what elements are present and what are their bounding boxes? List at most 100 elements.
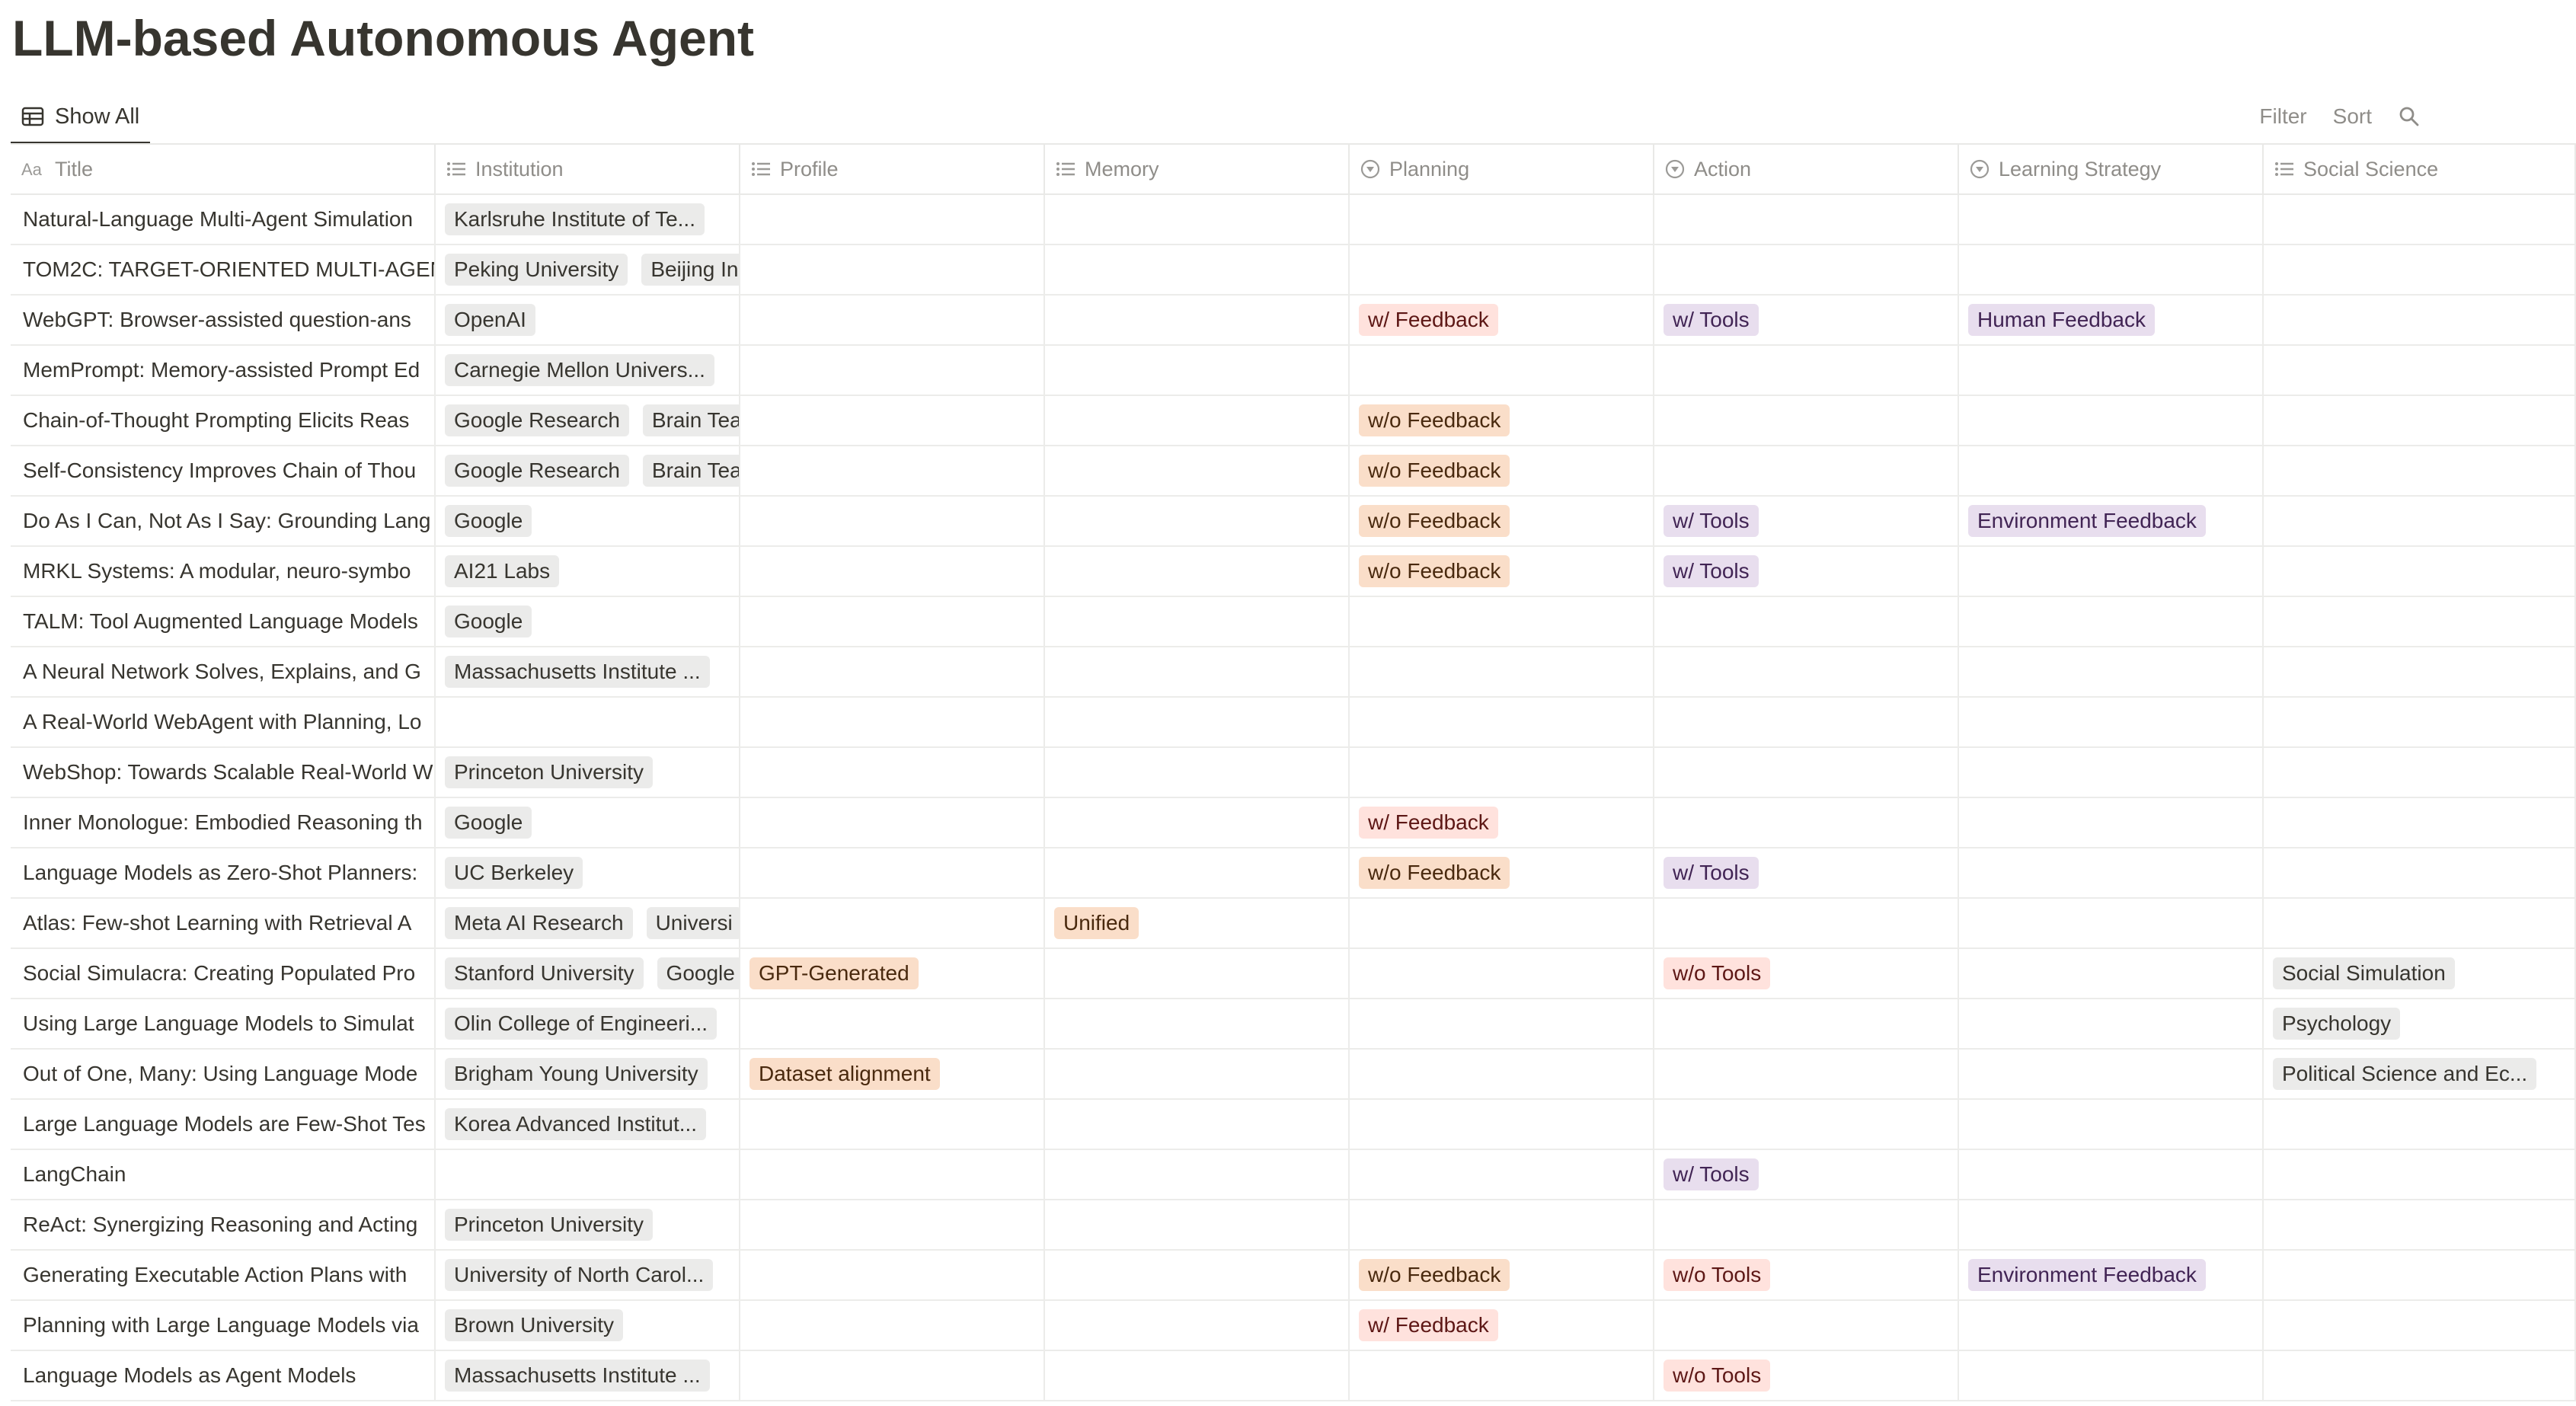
title-cell[interactable]: WebShop: Towards Scalable Real-World W [11,748,436,797]
social-cell[interactable]: Psychology [2264,999,2576,1048]
table-row[interactable]: Do As I Can, Not As I Say: Grounding Lan… [11,497,2576,547]
action-cell[interactable]: w/o Tools [1654,1351,1959,1400]
title-cell[interactable]: Atlas: Few-shot Learning with Retrieval … [11,899,436,947]
social-cell[interactable] [2264,597,2576,646]
action-cell[interactable] [1654,396,1959,445]
profile-cell[interactable] [740,848,1045,897]
social-cell[interactable] [2264,547,2576,596]
planning-cell[interactable] [1350,748,1654,797]
table-row[interactable]: Natural-Language Multi-Agent Simulation K… [11,195,2576,245]
title-cell[interactable]: Large Language Models are Few-Shot Tes [11,1100,436,1149]
profile-cell[interactable] [740,396,1045,445]
planning-cell[interactable] [1350,1200,1654,1249]
action-cell[interactable] [1654,999,1959,1048]
action-cell[interactable] [1654,647,1959,696]
memory-cell[interactable] [1045,949,1350,998]
title-cell[interactable]: Out of One, Many: Using Language Mode [11,1050,436,1098]
institution-cell[interactable]: Princeton University [436,1200,740,1249]
action-cell[interactable] [1654,698,1959,746]
planning-cell[interactable]: w/o Feedback [1350,1251,1654,1299]
learning-cell[interactable] [1959,1050,2264,1098]
social-cell[interactable] [2264,346,2576,395]
institution-cell[interactable]: Karlsruhe Institute of Te... [436,195,740,244]
planning-cell[interactable] [1350,698,1654,746]
profile-cell[interactable] [740,1251,1045,1299]
title-cell[interactable]: MemPrompt: Memory-assisted Prompt Ed [11,346,436,395]
institution-cell[interactable]: Olin College of Engineeri... [436,999,740,1048]
planning-cell[interactable] [1350,1050,1654,1098]
institution-cell[interactable]: UC Berkeley [436,848,740,897]
title-cell[interactable]: TALM: Tool Augmented Language Models [11,597,436,646]
social-cell[interactable] [2264,195,2576,244]
planning-cell[interactable] [1350,346,1654,395]
title-cell[interactable]: Social Simulacra: Creating Populated Pro [11,949,436,998]
table-row[interactable]: TOM2C: TARGET-ORIENTED MULTI-AGENT Peking… [11,245,2576,296]
action-cell[interactable]: w/ Tools [1654,296,1959,344]
action-cell[interactable] [1654,597,1959,646]
learning-cell[interactable] [1959,949,2264,998]
title-cell[interactable]: Natural-Language Multi-Agent Simulation [11,195,436,244]
filter-button[interactable]: Filter [2259,104,2306,129]
social-cell[interactable] [2264,1301,2576,1350]
table-row[interactable]: Chain-of-Thought Prompting Elicits Reas G… [11,396,2576,446]
social-cell[interactable] [2264,1251,2576,1299]
profile-cell[interactable] [740,647,1045,696]
learning-cell[interactable] [1959,245,2264,294]
profile-cell[interactable] [740,446,1045,495]
memory-cell[interactable] [1045,1251,1350,1299]
title-cell[interactable]: Chain-of-Thought Prompting Elicits Reas [11,396,436,445]
profile-cell[interactable] [740,1301,1045,1350]
profile-cell[interactable]: GPT-Generated [740,949,1045,998]
title-cell[interactable]: A Neural Network Solves, Explains, and G [11,647,436,696]
learning-cell[interactable]: Environment Feedback [1959,1251,2264,1299]
learning-cell[interactable]: Human Feedback [1959,296,2264,344]
column-header-institution[interactable]: Institution [436,145,740,193]
learning-cell[interactable] [1959,346,2264,395]
memory-cell[interactable] [1045,647,1350,696]
table-row[interactable]: ReAct: Synergizing Reasoning and Acting P… [11,1200,2576,1251]
institution-cell[interactable]: Google Research Brain Tea [436,396,740,445]
title-cell[interactable]: Using Large Language Models to Simulat [11,999,436,1048]
institution-cell[interactable] [436,1150,740,1199]
institution-cell[interactable]: Meta AI Research Universi [436,899,740,947]
action-cell[interactable] [1654,245,1959,294]
action-cell[interactable]: w/ Tools [1654,848,1959,897]
table-row[interactable]: Planning with Large Language Models via B… [11,1301,2576,1351]
title-cell[interactable]: MRKL Systems: A modular, neuro-symbo [11,547,436,596]
action-cell[interactable]: w/o Tools [1654,949,1959,998]
memory-cell[interactable] [1045,296,1350,344]
institution-cell[interactable]: Carnegie Mellon Univers... [436,346,740,395]
memory-cell[interactable] [1045,195,1350,244]
table-row[interactable]: WebGPT: Browser-assisted question-ans Ope… [11,296,2576,346]
memory-cell[interactable] [1045,1351,1350,1400]
search-icon[interactable] [2398,105,2421,128]
institution-cell[interactable]: AI21 Labs [436,547,740,596]
learning-cell[interactable] [1959,1301,2264,1350]
social-cell[interactable] [2264,698,2576,746]
learning-cell[interactable] [1959,195,2264,244]
planning-cell[interactable] [1350,1100,1654,1149]
column-header-action[interactable]: Action [1654,145,1959,193]
social-cell[interactable]: Social Simulation [2264,949,2576,998]
action-cell[interactable] [1654,798,1959,847]
action-cell[interactable] [1654,1301,1959,1350]
action-cell[interactable] [1654,1100,1959,1149]
profile-cell[interactable] [740,798,1045,847]
planning-cell[interactable]: w/ Feedback [1350,798,1654,847]
institution-cell[interactable]: Brown University [436,1301,740,1350]
memory-cell[interactable] [1045,1301,1350,1350]
social-cell[interactable] [2264,446,2576,495]
social-cell[interactable] [2264,1351,2576,1400]
learning-cell[interactable] [1959,1150,2264,1199]
title-cell[interactable]: WebGPT: Browser-assisted question-ans [11,296,436,344]
action-cell[interactable]: w/ Tools [1654,547,1959,596]
table-row[interactable]: WebShop: Towards Scalable Real-World W Pr… [11,748,2576,798]
column-header-profile[interactable]: Profile [740,145,1045,193]
view-tab-show-all[interactable]: Show All [11,91,151,145]
title-cell[interactable]: A Real-World WebAgent with Planning, Lo [11,698,436,746]
title-cell[interactable]: Generating Executable Action Plans with [11,1251,436,1299]
social-cell[interactable] [2264,1200,2576,1249]
learning-cell[interactable] [1959,597,2264,646]
learning-cell[interactable] [1959,1100,2264,1149]
planning-cell[interactable]: w/ Feedback [1350,296,1654,344]
